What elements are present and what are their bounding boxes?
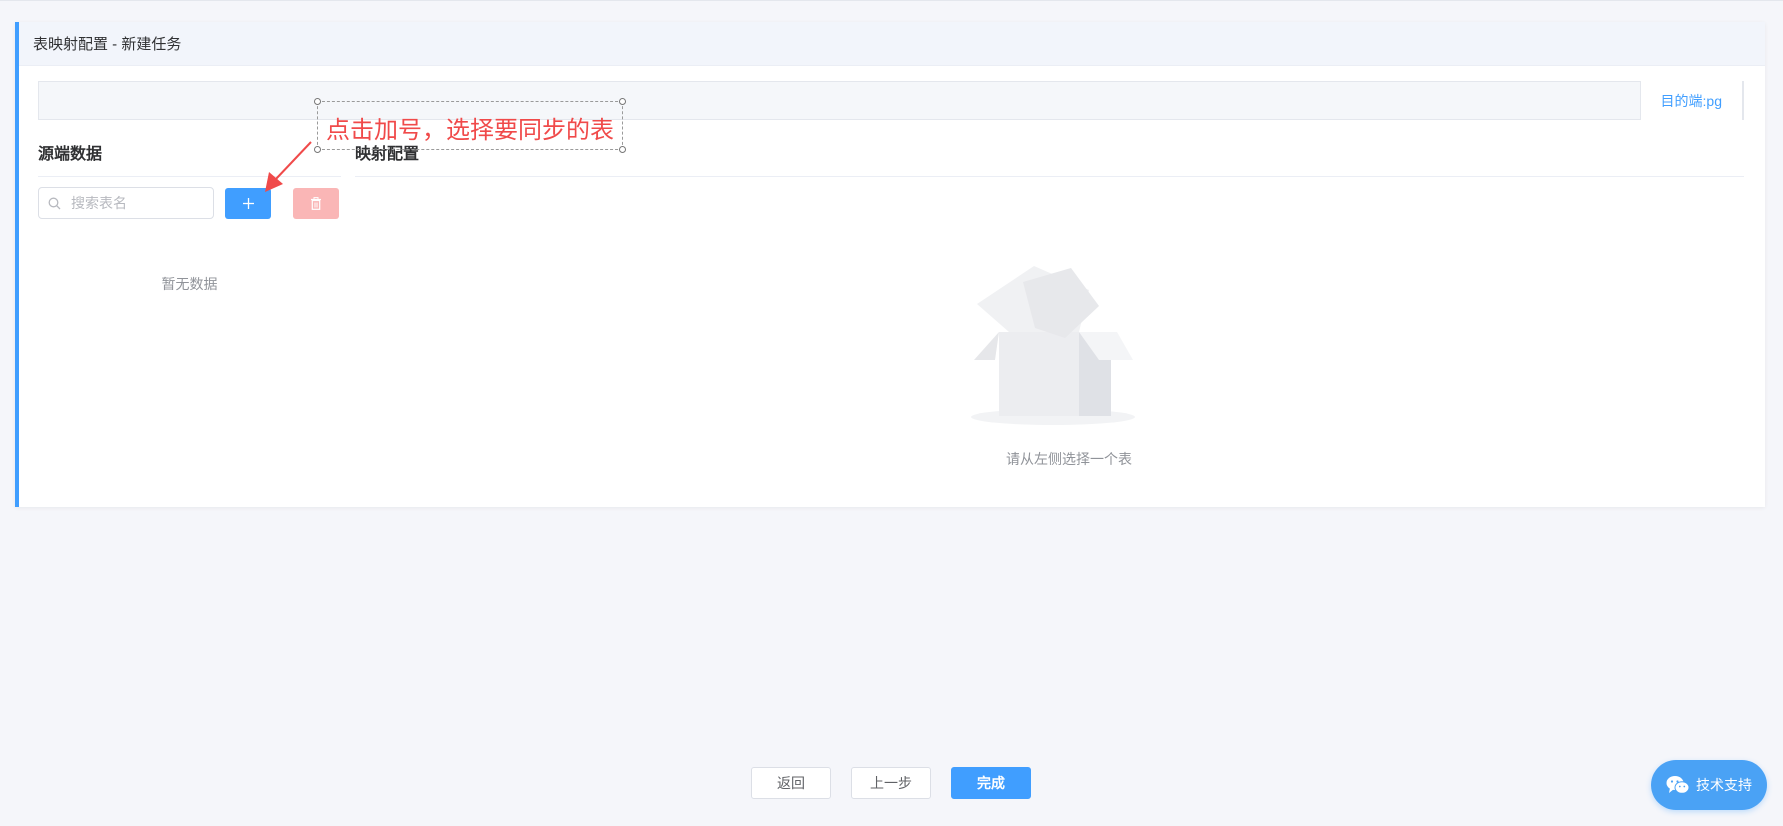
finish-button[interactable]: 完成 xyxy=(951,767,1031,799)
mapping-empty-text: 请从左侧选择一个表 xyxy=(1006,451,1132,467)
annotation-arrow-icon xyxy=(265,141,312,192)
back-button[interactable]: 返回 xyxy=(751,767,831,799)
annotation-text: 点击加号，选择要同步的表 xyxy=(326,116,614,144)
target-tabbar: 目的端:pg xyxy=(38,81,1744,120)
previous-step-button[interactable]: 上一步 xyxy=(851,767,931,799)
wechat-icon xyxy=(1666,776,1690,794)
top-divider xyxy=(0,0,1783,1)
mapping-card: 表映射配置 - 新建任务 目的端:pg 源端数据 映射配置 搜索表名 暂无数据 … xyxy=(15,22,1765,507)
tech-support-label: 技术支持 xyxy=(1696,777,1752,793)
search-icon xyxy=(39,197,69,210)
table-search-input[interactable] xyxy=(69,194,208,212)
resize-handle xyxy=(314,98,321,105)
resize-handle xyxy=(619,98,626,105)
annotation-callout: 点击加号，选择要同步的表 xyxy=(314,98,626,153)
table-search-field[interactable] xyxy=(38,187,214,219)
tech-support-button[interactable]: 技术支持 xyxy=(1651,760,1767,810)
finish-button-label: 完成 xyxy=(977,775,1005,791)
back-button-label: 返回 xyxy=(777,775,805,791)
previous-step-label: 上一步 xyxy=(870,775,912,791)
tab-target-label: 目的端:pg xyxy=(1660,92,1722,109)
page-title: 表映射配置 - 新建任务 xyxy=(33,36,182,53)
tab-target-pg[interactable]: 目的端:pg xyxy=(1639,81,1743,120)
source-empty-text: 暂无数据 xyxy=(161,276,218,292)
resize-handle xyxy=(619,146,626,153)
empty-box-illustration xyxy=(969,260,1139,435)
card-header: 表映射配置 - 新建任务 xyxy=(19,22,1765,66)
plus-icon xyxy=(242,198,254,209)
